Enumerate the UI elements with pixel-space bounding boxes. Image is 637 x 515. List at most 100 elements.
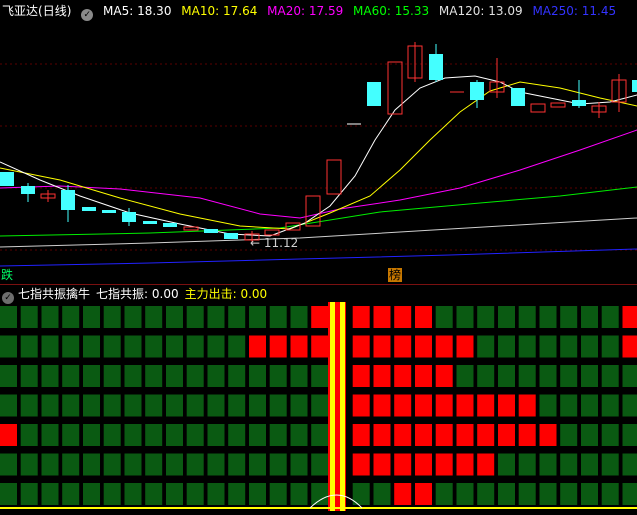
heatmap-cell — [415, 395, 432, 417]
heatmap-cell — [581, 454, 598, 476]
heatmap-cell — [291, 483, 308, 505]
heatmap-cell — [83, 424, 100, 446]
ma120-label: MA120: 13.09 — [439, 4, 523, 18]
heatmap-cell — [208, 454, 225, 476]
heatmap-cell — [187, 336, 204, 358]
candlestick-chart[interactable] — [0, 0, 637, 283]
heatmap-cell — [560, 424, 577, 446]
panel-divider — [0, 284, 637, 285]
heatmap-cell — [477, 306, 494, 328]
heatmap-cell — [42, 424, 59, 446]
ma10-label: MA10: 17.64 — [181, 4, 257, 18]
heatmap-cell — [42, 336, 59, 358]
heatmap-cell — [311, 365, 328, 387]
heatmap-cell — [104, 424, 121, 446]
heatmap-cell — [540, 483, 557, 505]
main-chart-panel[interactable]: 飞亚达(日线) ✓ MA5: 18.30 MA10: 17.64 MA20: 1… — [0, 0, 637, 283]
heatmap-cell — [394, 424, 411, 446]
heatmap-cell — [187, 483, 204, 505]
heatmap-cell — [42, 483, 59, 505]
heatmap-cell — [145, 424, 162, 446]
heatmap-cell — [208, 336, 225, 358]
resonance-heatmap[interactable] — [0, 302, 637, 511]
heatmap-cell — [62, 483, 79, 505]
heatmap-cell — [374, 395, 391, 417]
heatmap-cell — [228, 306, 245, 328]
heatmap-cell — [477, 483, 494, 505]
heatmap-cell — [0, 395, 17, 417]
chart-header: 飞亚达(日线) ✓ MA5: 18.30 MA10: 17.64 MA20: 1… — [2, 2, 622, 20]
heatmap-cell — [166, 336, 183, 358]
heatmap-cell — [415, 483, 432, 505]
heatmap-cell — [394, 336, 411, 358]
heatmap-cell — [0, 454, 17, 476]
heatmap-cell — [353, 424, 370, 446]
heatmap-cell — [436, 365, 453, 387]
heatmap-cell — [166, 424, 183, 446]
heatmap-cell — [249, 424, 266, 446]
indicator-panel[interactable] — [0, 302, 637, 511]
ma5-line — [0, 76, 637, 236]
low-price-annotation: ← 11.12 — [250, 236, 298, 250]
heatmap-cell — [602, 424, 619, 446]
signal-bar — [330, 302, 335, 511]
period-label: (日线) — [38, 4, 71, 18]
heatmap-cell — [477, 395, 494, 417]
heatmap-cell — [42, 365, 59, 387]
heatmap-cell — [104, 365, 121, 387]
heatmap-cell — [0, 424, 17, 446]
heatmap-cell — [83, 483, 100, 505]
heatmap-cell — [249, 395, 266, 417]
heatmap-cell — [602, 336, 619, 358]
heatmap-cell — [457, 483, 474, 505]
heatmap-cell — [208, 395, 225, 417]
heatmap-cell — [560, 306, 577, 328]
heatmap-cell — [560, 336, 577, 358]
heatmap-cell — [457, 454, 474, 476]
heatmap-cell — [62, 306, 79, 328]
heatmap-cell — [42, 395, 59, 417]
heatmap-cell — [519, 365, 536, 387]
stock-name: 飞亚达 — [2, 4, 38, 18]
indicator-header: ✓七指共振擒牛七指共振: 0.00主力出击: 0.00 — [2, 286, 267, 302]
heatmap-cell — [457, 365, 474, 387]
heatmap-cell — [125, 424, 142, 446]
heatmap-cell — [291, 336, 308, 358]
heatmap-cell — [477, 454, 494, 476]
heatmap-cell — [166, 395, 183, 417]
heatmap-cell — [560, 365, 577, 387]
heatmap-cell — [353, 336, 370, 358]
heatmap-cell — [166, 454, 183, 476]
heatmap-cell — [228, 365, 245, 387]
heatmap-cell — [62, 336, 79, 358]
heatmap-cell — [166, 483, 183, 505]
heatmap-cell — [415, 424, 432, 446]
heatmap-cell — [374, 483, 391, 505]
heatmap-cell — [498, 395, 515, 417]
heatmap-cell — [623, 454, 637, 476]
heatmap-cell — [270, 483, 287, 505]
settings-icon[interactable]: ✓ — [81, 9, 93, 21]
signal-bar — [340, 302, 345, 511]
heatmap-cell — [228, 395, 245, 417]
heatmap-cell — [270, 395, 287, 417]
heatmap-cell — [560, 454, 577, 476]
heatmap-cell — [249, 365, 266, 387]
heatmap-cell — [125, 306, 142, 328]
heatmap-cell — [83, 395, 100, 417]
heatmap-cell — [125, 454, 142, 476]
heatmap-cell — [498, 454, 515, 476]
heatmap-cell — [394, 454, 411, 476]
heatmap-cell — [519, 483, 536, 505]
heatmap-cell — [228, 336, 245, 358]
ma250-label: MA250: 11.45 — [532, 4, 616, 18]
ma250-line — [0, 249, 637, 266]
heatmap-cell — [477, 336, 494, 358]
heatmap-cell — [145, 395, 162, 417]
heatmap-cell — [560, 483, 577, 505]
heatmap-cell — [540, 395, 557, 417]
ma20-label: MA20: 17.59 — [267, 4, 343, 18]
heatmap-cell — [415, 336, 432, 358]
heatmap-cell — [291, 424, 308, 446]
heatmap-cell — [0, 365, 17, 387]
